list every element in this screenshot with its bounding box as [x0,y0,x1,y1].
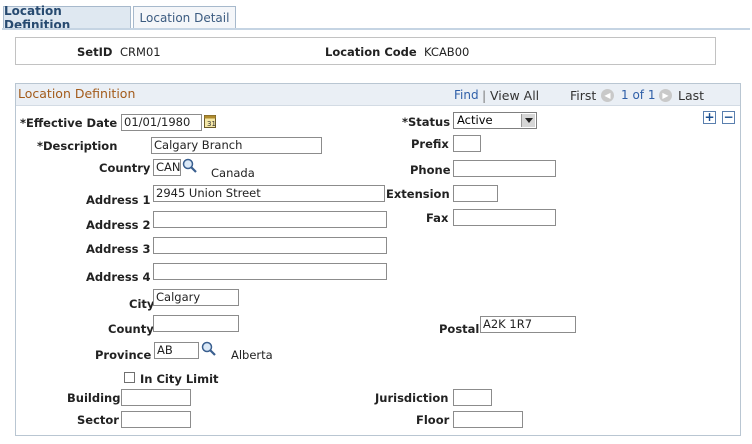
address3-label: Address 3 [86,242,151,256]
extension-label: Extension [386,187,450,201]
address4-input[interactable] [153,263,387,280]
jurisdiction-input[interactable] [453,389,492,406]
section-title: Location Definition [18,86,136,101]
last-label: Last [678,88,705,103]
country-name: Canada [211,166,255,180]
sector-label: Sector [77,413,119,427]
header-separator: | [482,88,487,103]
fax-label: Fax [426,211,449,225]
address1-input[interactable]: 2945 Union Street [153,185,385,202]
description-label: *Description [37,139,118,153]
prefix-input[interactable] [453,135,481,152]
province-name: Alberta [231,348,273,362]
chevron-left-icon[interactable]: ◀ [601,89,614,102]
fax-input[interactable] [453,209,556,226]
effective-date-input[interactable]: 01/01/1980 [121,114,202,131]
chevron-down-icon[interactable] [521,114,535,127]
first-label: First [570,88,597,103]
page-count: 1 of 1 [621,88,656,102]
find-link[interactable]: Find [454,88,479,102]
address1-label: Address 1 [86,193,151,207]
status-label: *Status [402,115,451,129]
extension-input[interactable] [453,185,498,202]
country-input[interactable]: CAN [153,159,181,176]
tab-location-definition[interactable]: Location Definition [3,4,131,32]
province-input[interactable]: AB [154,342,199,359]
setid-label: SetID [77,45,113,59]
description-input[interactable]: Calgary Branch [151,137,322,154]
tab-label: Location Detail [139,10,230,25]
chevron-right-icon[interactable]: ▶ [659,89,672,102]
building-input[interactable] [121,389,191,406]
location-definition-section [15,83,741,436]
address4-label: Address 4 [86,270,151,284]
address2-label: Address 2 [86,218,151,232]
location-code-value: KCAB00 [424,45,470,59]
svg-text:31: 31 [207,120,216,128]
phone-input[interactable] [453,160,556,177]
effective-date-label: *Effective Date [20,116,118,130]
setid-value: CRM01 [120,45,161,59]
in-city-limit-label: In City Limit [140,372,219,386]
view-all-link[interactable]: View All [490,88,539,103]
floor-label: Floor [416,413,450,427]
status-value: Active [457,113,493,127]
tab-underline [2,28,750,30]
minus-icon[interactable]: − [722,111,735,124]
jurisdiction-label: Jurisdiction [375,391,449,405]
phone-label: Phone [410,163,451,177]
tab-location-detail[interactable]: Location Detail [133,6,236,28]
city-label: City [129,297,155,311]
province-label: Province [95,348,152,362]
postal-input[interactable]: A2K 1R7 [480,316,576,333]
address3-input[interactable] [153,237,387,254]
address2-input[interactable] [153,211,387,228]
county-input[interactable] [153,315,239,332]
country-label: Country [99,161,151,175]
building-label: Building [67,391,121,405]
calendar-icon[interactable]: 31 [204,114,216,128]
floor-input[interactable] [453,411,523,428]
status-select[interactable]: Active [453,112,537,129]
plus-icon[interactable]: + [703,111,716,124]
location-code-label: Location Code [325,45,417,59]
in-city-limit-checkbox[interactable] [124,372,135,383]
postal-label: Postal [439,322,480,336]
magnifier-icon[interactable] [201,341,217,357]
county-label: County [108,322,154,336]
city-input[interactable]: Calgary [153,289,239,306]
magnifier-icon[interactable] [182,158,198,174]
sector-input[interactable] [121,411,191,428]
prefix-label: Prefix [411,137,449,151]
